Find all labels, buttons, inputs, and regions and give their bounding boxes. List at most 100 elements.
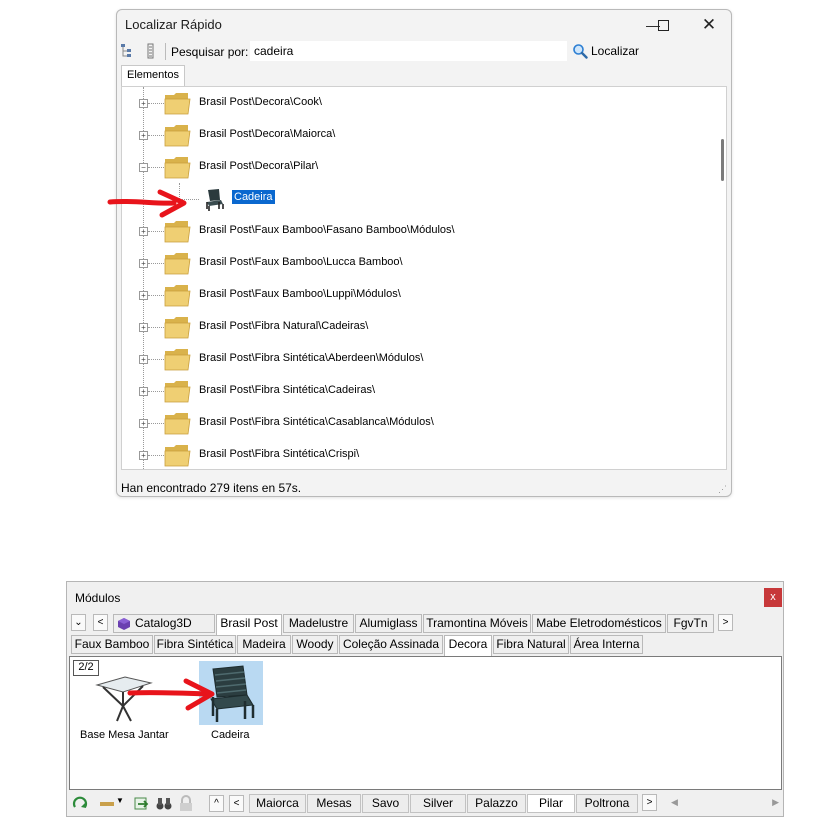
tab-savo[interactable]: Savo: [362, 794, 409, 813]
folder-icon: [164, 442, 191, 468]
lock-icon[interactable]: [177, 795, 195, 812]
binoculars-icon[interactable]: [155, 795, 173, 812]
expand-icon[interactable]: +: [139, 291, 148, 300]
tab-decora[interactable]: Decora: [444, 635, 492, 656]
tab-scroll-left-button[interactable]: <: [93, 614, 108, 631]
expand-icon[interactable]: +: [139, 131, 148, 140]
localizar-rapido-window: Localizar Rápido — ✕ Pesquisar por: Loca…: [116, 9, 732, 497]
tree-connector: [148, 231, 164, 232]
tab-elementos[interactable]: Elementos: [121, 65, 185, 86]
tree-connector: [148, 263, 164, 264]
tree-row-label: Brasil Post\Decora\Cook\: [199, 96, 322, 108]
tab-colecao-assinada[interactable]: Coleção Assinada: [339, 635, 443, 654]
tree-row-label: Brasil Post\Fibra Sintética\Casablanca\M…: [199, 416, 434, 428]
tab-maiorca[interactable]: Maiorca: [249, 794, 306, 813]
tree-row-label: Brasil Post\Decora\Pilar\: [199, 160, 319, 172]
tree-row-label: Brasil Post\Faux Bamboo\Luppi\Módulos\: [199, 288, 401, 300]
folder-icon: [164, 218, 191, 244]
resize-grip-icon[interactable]: ⋰: [718, 484, 728, 494]
tree-row[interactable]: + Brasil Post\Fibra Sintética\Crispi\: [122, 439, 712, 469]
maximize-button[interactable]: [650, 14, 676, 36]
tab-brasil-post[interactable]: Brasil Post: [216, 614, 282, 635]
expand-icon[interactable]: +: [139, 227, 148, 236]
scroll-left-arrow-icon[interactable]: ◀: [671, 797, 678, 808]
line-style-icon: [100, 802, 114, 806]
folder-icon: [164, 90, 191, 116]
tab-madelustre[interactable]: Madelustre: [283, 614, 354, 633]
expand-icon[interactable]: +: [139, 355, 148, 364]
tree-view-icon[interactable]: [120, 43, 136, 59]
tab-palazzo[interactable]: Palazzo: [467, 794, 526, 813]
tree-connector: [148, 391, 164, 392]
list-view-icon[interactable]: [143, 43, 159, 59]
search-toolbar: Pesquisar por: Localizar: [117, 40, 731, 64]
tab-faux-bamboo[interactable]: Faux Bamboo: [71, 635, 153, 654]
close-button[interactable]: ✕: [696, 14, 722, 36]
tree-row-label: Brasil Post\Fibra Sintética\Aberdeen\Mód…: [199, 352, 424, 364]
tab-mesas[interactable]: Mesas: [307, 794, 361, 813]
tab-silver[interactable]: Silver: [410, 794, 466, 813]
tab-poltrona[interactable]: Poltrona: [576, 794, 638, 813]
tree-connector: [148, 327, 164, 328]
folder-icon: [164, 378, 191, 404]
expand-icon[interactable]: +: [139, 323, 148, 332]
expand-icon[interactable]: +: [139, 259, 148, 268]
tree-row[interactable]: + Brasil Post\Decora\Maiorca\: [122, 119, 712, 151]
expand-icon[interactable]: +: [139, 451, 148, 460]
expand-icon[interactable]: +: [139, 419, 148, 428]
expand-icon[interactable]: +: [139, 387, 148, 396]
scroll-right-arrow-icon[interactable]: ▶: [772, 797, 779, 808]
tab-dropdown-button[interactable]: ⌄: [71, 614, 86, 631]
tree-row[interactable]: Cadeira: [122, 183, 712, 215]
vertical-scrollbar[interactable]: [718, 87, 726, 469]
tree-row[interactable]: + Brasil Post\Faux Bamboo\Luppi\Módulos\: [122, 279, 712, 311]
tab-mabe-eletrodomesticos[interactable]: Mabe Eletrodomésticos: [532, 614, 666, 633]
insert-icon[interactable]: [133, 795, 151, 812]
tree-row[interactable]: + Brasil Post\Fibra Sintética\Cadeiras\: [122, 375, 712, 407]
horizontal-scrollbar[interactable]: ◀ ▶: [669, 796, 781, 811]
search-icon: [573, 44, 588, 59]
tree-connector: [148, 423, 164, 424]
tab-area-interna[interactable]: Área Interna: [570, 635, 643, 654]
scrollbar-thumb[interactable]: [721, 139, 724, 181]
tab-woody[interactable]: Woody: [292, 635, 338, 654]
tab-tramontina-moveis[interactable]: Tramontina Móveis: [423, 614, 531, 633]
tree-connector: [148, 135, 164, 136]
tree-row[interactable]: + Brasil Post\Fibra Natural\Cadeiras\: [122, 311, 712, 343]
tab-madeira[interactable]: Madeira: [237, 635, 291, 654]
localizar-button[interactable]: Localizar: [571, 41, 639, 61]
tab-catalog3d[interactable]: Catalog3D: [113, 614, 215, 633]
folder-icon: [164, 282, 191, 308]
toolbar-separator: [165, 43, 166, 60]
window-title: Localizar Rápido: [125, 17, 222, 32]
tree-row[interactable]: + Brasil Post\Fibra Sintética\Casablanca\…: [122, 407, 712, 439]
tree-row[interactable]: + Brasil Post\Faux Bamboo\Lucca Bamboo\: [122, 247, 712, 279]
bottom-tab-scroll-right-button[interactable]: >: [642, 794, 657, 811]
tab-alumiglass[interactable]: Alumiglass: [355, 614, 422, 633]
scroll-up-button[interactable]: ^: [209, 795, 224, 812]
tab-fibra-sintetica[interactable]: Fibra Sintética: [154, 635, 236, 654]
bottom-tab-scroll-left-button[interactable]: <: [229, 795, 244, 812]
tree-row-label: Brasil Post\Fibra Sintética\Cadeiras\: [199, 384, 376, 396]
close-button[interactable]: x: [764, 588, 782, 607]
module-item-label: Base Mesa Jantar: [80, 729, 169, 741]
tab-scroll-right-button[interactable]: >: [718, 614, 733, 631]
collapse-icon[interactable]: −: [139, 163, 148, 172]
expand-icon[interactable]: +: [139, 99, 148, 108]
annotation-arrow: [107, 189, 187, 218]
tab-fibra-natural[interactable]: Fibra Natural: [493, 635, 569, 654]
catalog3d-icon: [118, 618, 130, 630]
folder-icon: [164, 346, 191, 372]
search-input[interactable]: [250, 41, 567, 61]
tree-row[interactable]: − Brasil Post\Decora\Pilar\: [122, 151, 712, 183]
selected-result-label[interactable]: Cadeira: [232, 190, 275, 204]
refresh-icon[interactable]: [71, 795, 89, 812]
tab-pilar[interactable]: Pilar: [527, 794, 575, 813]
tree-row[interactable]: + Brasil Post\Decora\Cook\: [122, 87, 712, 119]
bottom-toolbar: ▼ ^ < Maiorca Mesas Savo Silver Palazzo …: [69, 793, 782, 815]
status-bar: Han encontrado 279 itens en 57s. ⋰: [117, 472, 731, 496]
tree-row[interactable]: + Brasil Post\Fibra Sintética\Aberdeen\Mó…: [122, 343, 712, 375]
tree-row[interactable]: + Brasil Post\Faux Bamboo\Fasano Bamboo\M…: [122, 215, 712, 247]
line-style-dropdown[interactable]: ▼: [98, 795, 126, 812]
tab-fgvtn[interactable]: FgvTn: [667, 614, 714, 633]
